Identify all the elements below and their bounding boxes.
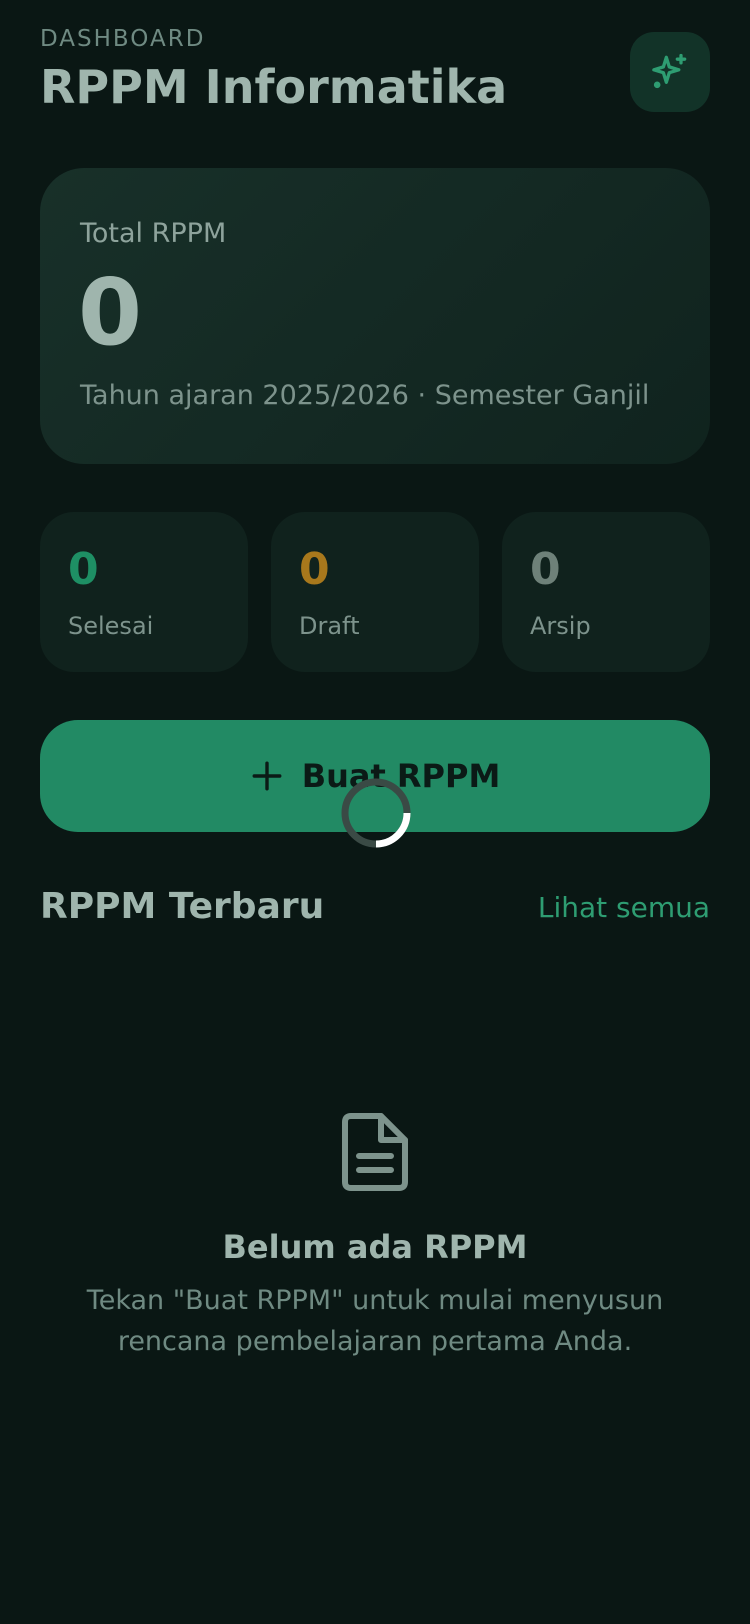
- page-eyebrow: DASHBOARD: [40, 26, 206, 52]
- recent-rppm-title: RPPM Terbaru: [40, 886, 325, 927]
- stat-value-draft: 0: [299, 544, 330, 595]
- dashboard-screen: DASHBOARD RPPM Informatika Total RPPM 0 …: [0, 0, 750, 1624]
- empty-state-title: Belum ada RPPM: [222, 1228, 528, 1266]
- document-icon: [342, 1113, 408, 1191]
- page-title: RPPM Informatika: [40, 60, 508, 114]
- loading-spinner: [341, 778, 411, 848]
- stat-card-draft[interactable]: 0 Draft: [271, 512, 479, 672]
- stat-label-draft: Draft: [299, 612, 360, 640]
- empty-state-description: Tekan "Buat RPPM" untuk mulai menyusun r…: [86, 1285, 664, 1357]
- total-rppm-value: 0: [78, 259, 143, 366]
- sparkles-icon: [652, 53, 687, 89]
- ai-assistant-button[interactable]: [630, 32, 710, 112]
- status-stats: 0 Selesai 0 Draft 0 Arsip: [40, 512, 710, 672]
- academic-period: Tahun ajaran 2025/2026 · Semester Ganjil: [80, 380, 650, 411]
- stat-label-selesai: Selesai: [68, 612, 154, 640]
- see-all-link[interactable]: Lihat semua: [538, 891, 710, 924]
- header: DASHBOARD RPPM Informatika: [40, 24, 710, 124]
- stat-card-selesai[interactable]: 0 Selesai: [40, 512, 248, 672]
- total-rppm-label: Total RPPM: [80, 218, 227, 249]
- stat-value-selesai: 0: [68, 544, 99, 595]
- stat-value-arsip: 0: [530, 544, 561, 595]
- plus-icon: [252, 761, 282, 791]
- stat-label-arsip: Arsip: [530, 612, 591, 640]
- total-rppm-card: Total RPPM 0 Tahun ajaran 2025/2026 · Se…: [40, 168, 710, 464]
- stat-card-arsip[interactable]: 0 Arsip: [502, 512, 710, 672]
